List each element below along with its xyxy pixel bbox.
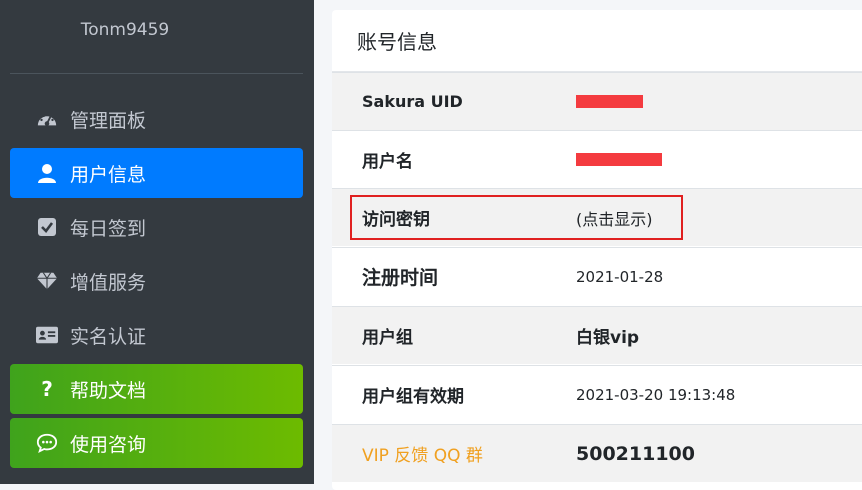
diamond-icon: [36, 270, 58, 292]
highlight-box: [350, 195, 683, 240]
row-value: 白银vip: [576, 328, 640, 348]
chat-icon: [36, 432, 58, 454]
table-row-uid: Sakura UID: [332, 72, 862, 130]
sidebar-item-checkin[interactable]: 每日签到: [10, 202, 303, 252]
row-label: 用户名: [362, 152, 413, 172]
row-label: Sakura UID: [362, 92, 463, 111]
row-label: VIP 反馈 QQ 群: [362, 446, 483, 466]
sidebar-item-label: 实名认证: [70, 325, 147, 348]
user-icon: [36, 162, 58, 184]
sidebar-item-label: 每日签到: [70, 217, 147, 240]
sidebar-item-help-docs[interactable]: ? 帮助文档: [10, 364, 303, 414]
table-row-vip-qq: VIP 反馈 QQ 群 500211100: [332, 424, 862, 482]
sidebar-item-dashboard[interactable]: 管理面板: [10, 94, 303, 144]
row-value[interactable]: 500211100: [576, 425, 695, 482]
checkbox-icon: [36, 216, 58, 238]
id-card-icon: [36, 324, 58, 346]
row-label: 用户组: [362, 328, 413, 348]
sidebar-item-user-info[interactable]: 用户信息: [10, 148, 303, 198]
table-row-register-time: 注册时间 2021-01-28: [332, 247, 862, 305]
username-value-redacted: [576, 131, 662, 188]
sidebar-username[interactable]: Tonm9459: [0, 20, 250, 40]
account-info-card: 账号信息 Sakura UID 用户名 访问密钥 (点击显示) 注册时间 202…: [332, 10, 862, 490]
row-label: 用户组有效期: [362, 387, 464, 407]
uid-value-redacted: [576, 73, 643, 130]
table-row-user-group: 用户组 白银vip: [332, 306, 862, 364]
sidebar-item-label: 管理面板: [70, 109, 147, 132]
sidebar-item-label: 使用咨询: [70, 433, 147, 456]
question-icon: ?: [41, 377, 53, 401]
row-value: 2021-01-28: [576, 267, 664, 286]
dashboard-icon: [36, 108, 58, 130]
row-value: 2021-03-20 19:13:48: [576, 385, 736, 404]
sidebar-item-value-added[interactable]: 增值服务: [10, 256, 303, 306]
sidebar-item-label: 用户信息: [70, 163, 147, 186]
sidebar-item-real-name[interactable]: 实名认证: [10, 310, 303, 360]
card-title: 账号信息: [332, 10, 862, 72]
sidebar-item-label: 帮助文档: [70, 379, 147, 402]
table-row-username: 用户名: [332, 130, 862, 188]
sidebar-divider: [10, 73, 303, 74]
row-label: 注册时间: [362, 267, 439, 289]
sidebar: Tonm9459 管理面板 用户信息 每日签到 增值服务 实名认证 ? 帮助文档: [0, 0, 314, 484]
sidebar-item-label: 增值服务: [70, 271, 147, 294]
sidebar-item-consult[interactable]: 使用咨询: [10, 418, 303, 468]
table-row-group-expiry: 用户组有效期 2021-03-20 19:13:48: [332, 365, 862, 423]
